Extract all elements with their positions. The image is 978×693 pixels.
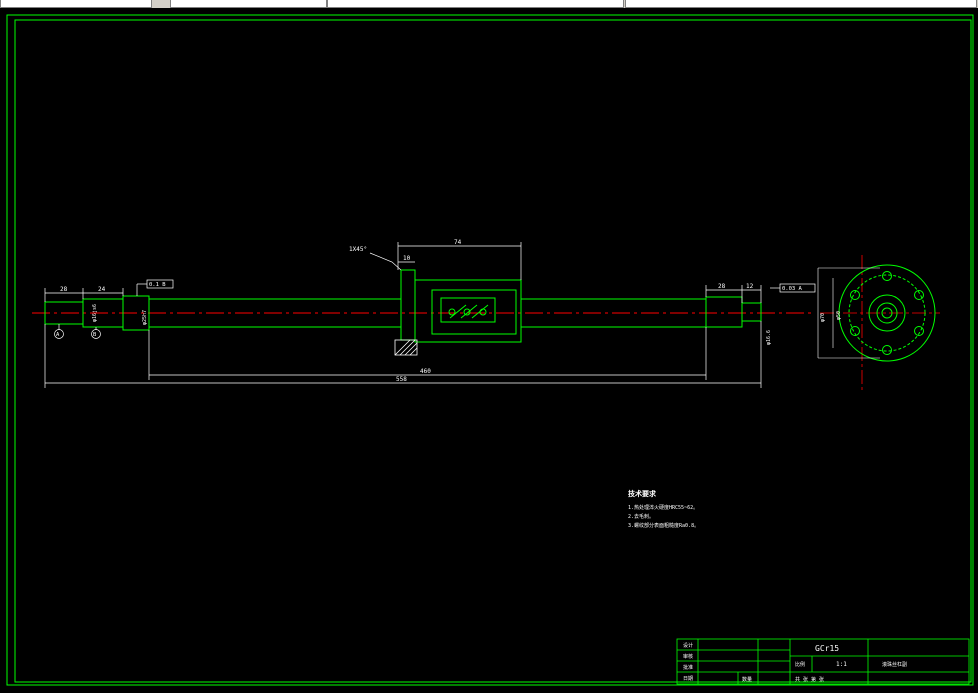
toolbar-field[interactable] bbox=[0, 0, 152, 8]
outer-border bbox=[6, 14, 974, 686]
tb-scale-label: 比例 bbox=[795, 661, 805, 668]
tb-row-4: 日期 bbox=[683, 676, 693, 682]
tb-row-1: 设计 bbox=[683, 642, 693, 649]
tb-qty-label: 数量 bbox=[742, 676, 752, 683]
chamfer-note: 1X45° bbox=[349, 246, 367, 253]
cad-drawing: 28 24 460 558 74 10 28 12 1X45° 0.1 B 0.… bbox=[6, 14, 974, 686]
notes-line-1: 1.热处理淬火硬度HRC55~62。 bbox=[628, 504, 698, 511]
tb-row-2: 审核 bbox=[683, 653, 693, 660]
tol-right-text: 0.03 A bbox=[782, 286, 803, 292]
dia-flange-outer: φ70 bbox=[820, 313, 826, 322]
dim-right2: 12 bbox=[746, 283, 754, 290]
dim-left1: 28 bbox=[60, 286, 68, 293]
dia-left: φ16js6 bbox=[92, 304, 98, 322]
inner-border bbox=[14, 19, 972, 683]
shaft-outline bbox=[44, 269, 762, 343]
tb-material: GCr15 bbox=[815, 644, 839, 653]
dia-mid: φ25h7 bbox=[142, 310, 148, 325]
tol-left-text: 0.1 B bbox=[149, 282, 166, 288]
dimension-texts: 28 24 460 558 74 10 28 12 1X45° bbox=[60, 239, 754, 383]
drawing-canvas[interactable]: 28 24 460 558 74 10 28 12 1X45° 0.1 B 0.… bbox=[0, 8, 978, 689]
tolerance-frame-left: 0.1 B bbox=[136, 279, 174, 296]
tb-scale: 1:1 bbox=[836, 661, 847, 668]
toolbar-field[interactable] bbox=[327, 0, 624, 8]
end-view bbox=[817, 255, 940, 390]
tolerance-frame-right: 0.03 A bbox=[770, 283, 816, 293]
dia-right: φ16.6 bbox=[766, 330, 772, 345]
notes-line-3: 3.螺纹部分表面粗糙度Ra0.8。 bbox=[628, 522, 699, 529]
flange-hatch bbox=[394, 339, 418, 356]
datum-a: A bbox=[56, 332, 60, 338]
dia-flange-inner: φ50 bbox=[836, 311, 842, 320]
nut-balls bbox=[448, 304, 489, 319]
dim-flange: 10 bbox=[403, 255, 411, 262]
dim-nut: 74 bbox=[454, 239, 462, 246]
technical-notes: 技术要求 1.热处理淬火硬度HRC55~62。 2.去毛刺。 3.螺纹部分表面粗… bbox=[628, 489, 699, 529]
title-block-text: 设计 审核 批准 日期 GCr15 比例 1:1 滚珠丝杠副 共 张 第 张 数… bbox=[683, 642, 907, 683]
tb-part-name: 滚珠丝杠副 bbox=[882, 661, 907, 668]
tb-row-3: 批准 bbox=[683, 664, 693, 671]
tb-sheet: 共 张 第 张 bbox=[795, 676, 824, 683]
dim-total: 558 bbox=[396, 376, 407, 383]
dimension-lines bbox=[44, 242, 762, 388]
dim-left2: 24 bbox=[98, 286, 106, 293]
datum-b: B bbox=[93, 332, 97, 338]
notes-line-2: 2.去毛刺。 bbox=[628, 513, 654, 520]
toolbar-field[interactable] bbox=[170, 0, 327, 8]
toolbar-field[interactable] bbox=[625, 0, 977, 8]
dim-mid: 460 bbox=[420, 368, 431, 375]
notes-heading: 技术要求 bbox=[628, 489, 657, 498]
dim-right1: 28 bbox=[718, 283, 726, 290]
